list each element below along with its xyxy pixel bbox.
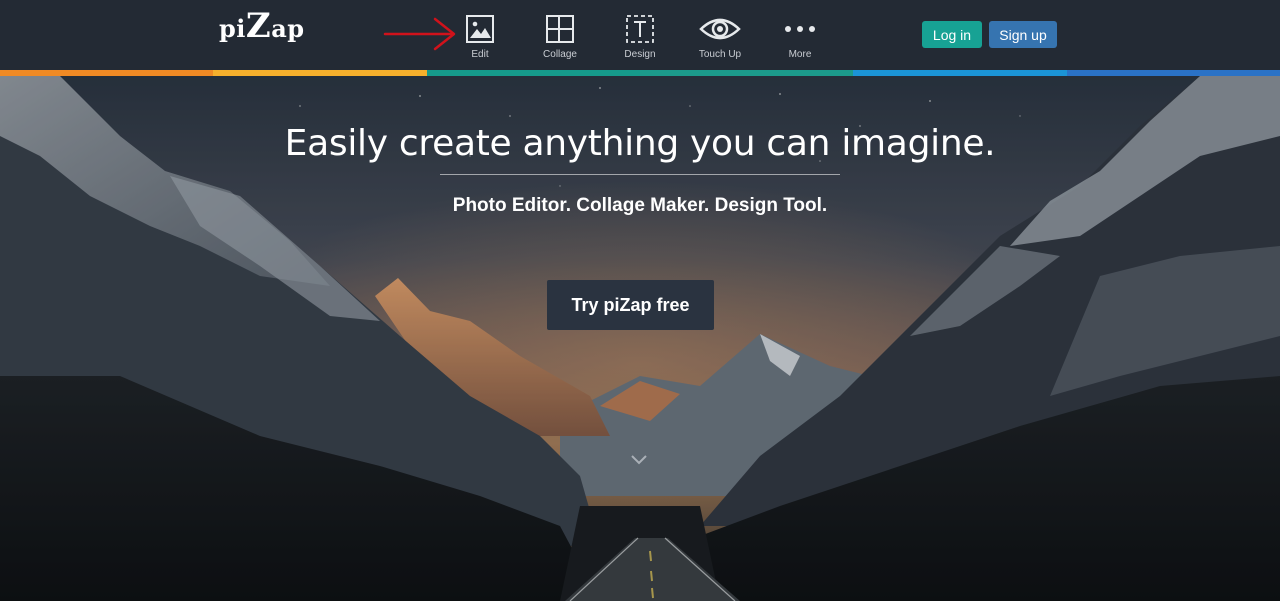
try-pizap-free-button[interactable]: Try piZap free bbox=[547, 280, 714, 330]
text-frame-icon bbox=[626, 15, 654, 43]
hero-section: Easily create anything you can imagine. … bbox=[0, 76, 1280, 601]
more-dots-icon bbox=[785, 26, 815, 32]
eye-icon bbox=[699, 18, 741, 40]
hero-tagline: Photo Editor. Collage Maker. Design Tool… bbox=[452, 195, 828, 216]
nav-touch-up[interactable]: Touch Up bbox=[680, 14, 760, 64]
chevron-down-icon[interactable] bbox=[630, 454, 648, 466]
nav-more-label: More bbox=[788, 49, 812, 60]
signup-button[interactable]: Sign up bbox=[989, 21, 1057, 48]
login-button[interactable]: Log in bbox=[922, 21, 982, 48]
hero-headline: Easily create anything you can imagine. bbox=[284, 123, 996, 164]
image-icon bbox=[466, 15, 494, 43]
nav-collage[interactable]: Collage bbox=[520, 14, 600, 64]
nav-edit[interactable]: Edit bbox=[440, 14, 520, 64]
nav-edit-label: Edit bbox=[471, 49, 489, 60]
top-navigation-bar: piZap Edit Collage Design Touch Up More … bbox=[0, 0, 1280, 70]
collage-grid-icon bbox=[546, 15, 574, 43]
nav-collage-label: Collage bbox=[543, 49, 577, 60]
nav-design-label: Design bbox=[624, 49, 656, 60]
nav-touch-up-label: Touch Up bbox=[698, 49, 742, 60]
pizap-logo[interactable]: piZap bbox=[219, 9, 305, 43]
headline-divider bbox=[440, 174, 840, 175]
nav-more[interactable]: More bbox=[760, 14, 840, 64]
nav-design[interactable]: Design bbox=[600, 14, 680, 64]
